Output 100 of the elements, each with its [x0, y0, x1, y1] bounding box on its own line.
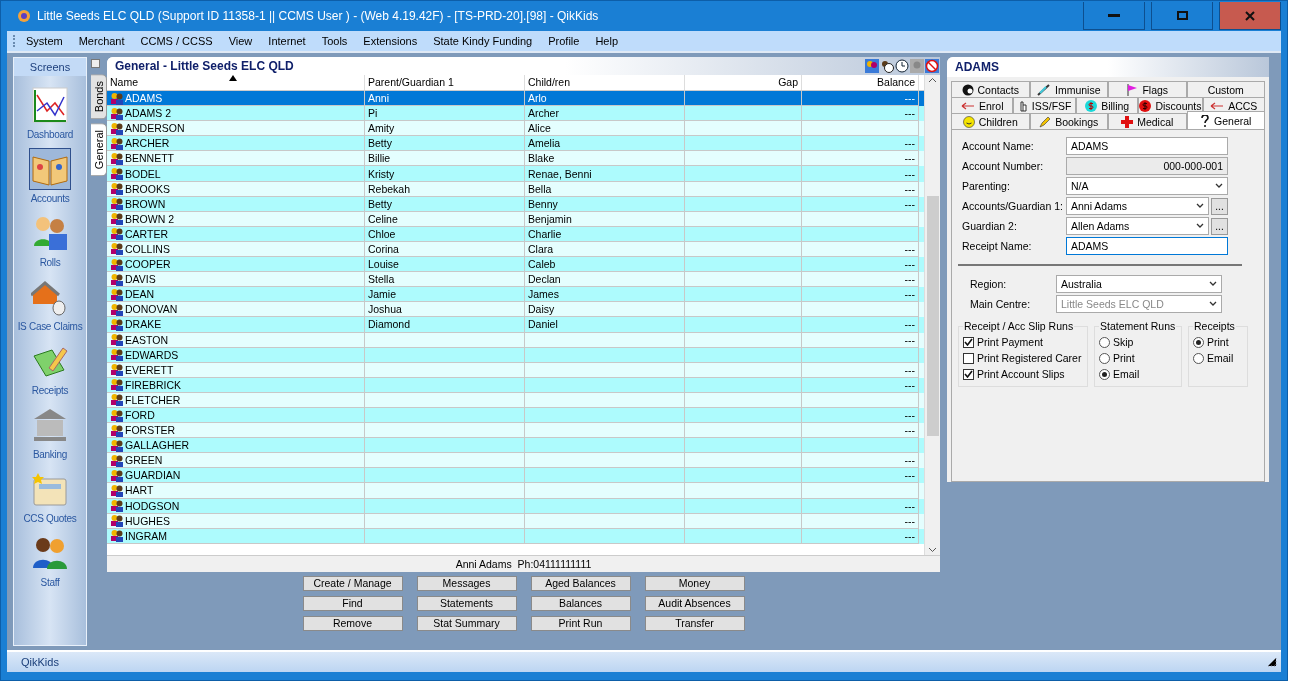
account-row[interactable]: ANDERSON Amity Alice: [107, 121, 924, 137]
clock-icon[interactable]: [895, 59, 909, 73]
menu-item[interactable]: View: [220, 35, 261, 47]
column-header[interactable]: Parent/Guardian 1: [365, 75, 525, 90]
scroll-thumb[interactable]: [926, 196, 939, 436]
menu-item[interactable]: Extensions: [355, 35, 426, 47]
account-row[interactable]: BODEL Kristy Renae, Benni ---: [107, 166, 924, 182]
column-header[interactable]: Gap: [685, 75, 802, 90]
account-row[interactable]: DEAN Jamie James ---: [107, 287, 924, 303]
menu-item[interactable]: Internet: [260, 35, 314, 47]
menu-item[interactable]: CCMS / CCSS: [132, 35, 221, 47]
menu-item[interactable]: Help: [587, 35, 627, 47]
radio-button[interactable]: [1099, 352, 1110, 364]
action-button[interactable]: Create / Manage: [302, 576, 403, 591]
action-button[interactable]: Remove: [302, 616, 403, 631]
menu-item[interactable]: State Kindy Funding: [425, 35, 541, 47]
account-row[interactable]: ADAMS 2 Pi Archer ---: [107, 106, 924, 122]
menu-item[interactable]: Tools: [313, 35, 356, 47]
menu-item[interactable]: System: [18, 35, 71, 47]
tab[interactable]: Discounts: [1138, 97, 1203, 113]
checkbox[interactable]: [963, 336, 974, 348]
tab[interactable]: Contacts: [951, 81, 1030, 97]
family-icon: [110, 423, 124, 437]
column-header[interactable]: Balance: [802, 75, 919, 90]
text-field[interactable]: ADAMS: [1066, 237, 1228, 255]
account-row[interactable]: GUARDIAN ---: [107, 468, 924, 484]
arrow-icon: [1210, 100, 1225, 111]
checkbox[interactable]: [91, 59, 100, 68]
action-button[interactable]: Statements: [416, 596, 517, 611]
side-tab[interactable]: General: [91, 123, 107, 177]
action-button[interactable]: Messages: [416, 576, 517, 591]
table-cell: Charlie: [525, 226, 685, 242]
field-label: Main Centre:: [969, 298, 1032, 310]
people-icon[interactable]: [865, 59, 879, 73]
action-button[interactable]: Audit Absences: [644, 596, 745, 611]
action-button[interactable]: Money: [644, 576, 745, 591]
family-icon: [110, 378, 124, 392]
dropdown-field[interactable]: N/A: [1066, 177, 1228, 195]
action-button[interactable]: Find: [302, 596, 403, 611]
menu-item[interactable]: Merchant: [70, 35, 133, 47]
account-row[interactable]: HART: [107, 483, 924, 499]
account-row[interactable]: COOPER Louise Caleb ---: [107, 257, 924, 273]
tab[interactable]: ISS/FSF: [1013, 97, 1076, 113]
account-row[interactable]: DAVIS Stella Declan ---: [107, 272, 924, 288]
tab[interactable]: Enrol: [951, 97, 1014, 113]
family-icon: [110, 121, 124, 135]
checkbox[interactable]: [963, 352, 974, 364]
tab[interactable]: Medical: [1108, 113, 1187, 129]
tab[interactable]: Billing: [1075, 97, 1139, 113]
field-label: Account Name:: [961, 140, 1035, 152]
group-title: Receipts: [1193, 320, 1236, 332]
tab[interactable]: Immunise: [1029, 81, 1108, 97]
people-clock-icon[interactable]: [880, 59, 894, 73]
dropdown-field[interactable]: Anni Adams: [1066, 197, 1209, 215]
action-button[interactable]: Aged Balances: [530, 576, 631, 591]
family-icon: [110, 468, 124, 482]
radio-button[interactable]: [1099, 368, 1110, 380]
prohibited-icon[interactable]: [925, 59, 939, 73]
option-label: Print: [1113, 352, 1135, 364]
account-row[interactable]: BENNETT Billie Blake ---: [107, 151, 924, 167]
action-button[interactable]: Balances: [530, 596, 631, 611]
browse-button[interactable]: ...: [1211, 217, 1228, 235]
dropdown-field[interactable]: Australia: [1056, 275, 1222, 293]
tab[interactable]: Flags: [1108, 81, 1187, 97]
account-row[interactable]: FORSTER ---: [107, 423, 924, 439]
tab[interactable]: Bookings: [1029, 113, 1108, 129]
checkbox[interactable]: [963, 368, 974, 380]
sidebar-item[interactable]: [29, 84, 71, 126]
action-button[interactable]: Stat Summary: [416, 616, 517, 631]
radio-button[interactable]: [1099, 336, 1110, 348]
menu-item[interactable]: Profile: [540, 35, 588, 47]
account-row[interactable]: DONOVAN Joshua Daisy: [107, 302, 924, 318]
side-tab[interactable]: Bonds: [91, 74, 107, 120]
column-header[interactable]: Name: [107, 75, 365, 90]
tab[interactable]: General: [1186, 111, 1265, 129]
dropdown-field[interactable]: Allen Adams: [1066, 217, 1209, 235]
account-row[interactable]: ADAMS Anni Arlo ---: [107, 91, 924, 107]
account-row[interactable]: GREEN ---: [107, 453, 924, 469]
radio-button[interactable]: [1193, 336, 1204, 348]
text-field[interactable]: ADAMS: [1066, 137, 1228, 155]
table-cell: BODEL: [107, 166, 365, 182]
sidebar-label: CCS Quotes: [23, 513, 77, 524]
tab[interactable]: Custom: [1186, 81, 1265, 97]
radio-button[interactable]: [1193, 352, 1204, 364]
close-button[interactable]: [1219, 2, 1281, 30]
minimize-button[interactable]: [1083, 2, 1145, 30]
table-cell: Rebekah: [365, 181, 525, 197]
column-header[interactable]: Child/ren: [525, 75, 685, 90]
sidebar-item[interactable]: [29, 148, 71, 190]
action-button[interactable]: Print Run: [530, 616, 631, 631]
action-button[interactable]: Transfer: [644, 616, 745, 631]
browse-button[interactable]: ...: [1211, 197, 1228, 215]
scroll-down-icon[interactable]: [928, 547, 937, 553]
tab[interactable]: Children: [951, 113, 1030, 129]
maximize-button[interactable]: [1151, 2, 1213, 30]
account-row[interactable]: GALLAGHER: [107, 438, 924, 454]
account-row[interactable]: ARCHER Betty Amelia ---: [107, 136, 924, 152]
account-row[interactable]: DRAKE Diamond Daniel ---: [107, 317, 924, 333]
scroll-up-icon[interactable]: [928, 77, 937, 83]
medical-cross-icon: [1121, 115, 1134, 128]
